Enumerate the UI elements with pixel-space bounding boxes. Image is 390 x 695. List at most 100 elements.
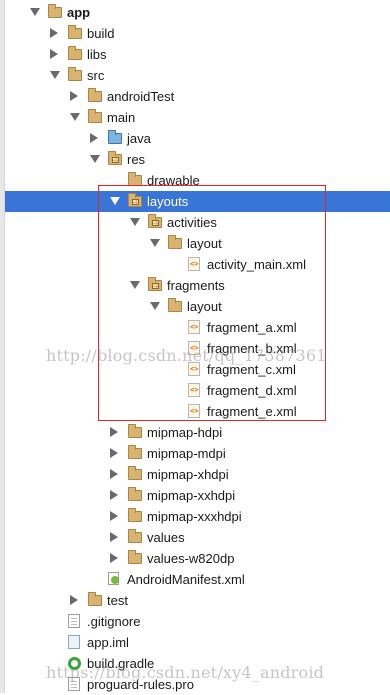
- folder-icon: [128, 445, 142, 459]
- tree-item-mipmap-xhdpi[interactable]: mipmap-xhdpi: [0, 464, 390, 485]
- tree-item-app-iml[interactable]: app.iml: [0, 632, 390, 653]
- tree-item-fragment-b-xml[interactable]: <> fragment_b.xml: [0, 338, 390, 359]
- tree-item-label: libs: [87, 47, 107, 62]
- resource-folder-icon: [128, 193, 142, 207]
- tree-item-label: mipmap-hdpi: [147, 425, 223, 440]
- tree-item-label: mipmap-xxhdpi: [147, 488, 236, 503]
- tree-item-gitignore[interactable]: .gitignore: [0, 611, 390, 632]
- expand-arrow-right-icon[interactable]: [90, 133, 98, 143]
- tree-item-label: fragment_a.xml: [207, 320, 297, 335]
- tree-item-build-gradle[interactable]: build.gradle: [0, 653, 390, 674]
- folder-icon: [128, 550, 142, 564]
- folder-icon: [128, 487, 142, 501]
- expand-arrow-down-icon[interactable]: [50, 71, 60, 79]
- tree-item-src[interactable]: src: [0, 65, 390, 86]
- tree-item-fragment-d-xml[interactable]: <> fragment_d.xml: [0, 380, 390, 401]
- expand-arrow-right-icon[interactable]: [110, 427, 118, 437]
- tree-item-main[interactable]: main: [0, 107, 390, 128]
- tree-item-label: mipmap-xhdpi: [147, 467, 229, 482]
- iml-file-icon: [68, 635, 80, 649]
- resource-folder-icon: [148, 277, 162, 291]
- tree-item-fragment-c-xml[interactable]: <> fragment_c.xml: [0, 359, 390, 380]
- expand-arrow-right-icon[interactable]: [110, 490, 118, 500]
- tree-item-label: values: [147, 530, 185, 545]
- folder-icon: [88, 592, 102, 606]
- expand-arrow-right-icon[interactable]: [110, 469, 118, 479]
- tree-item-build[interactable]: build: [0, 23, 390, 44]
- folder-icon: [68, 67, 82, 81]
- expand-arrow-down-icon[interactable]: [130, 218, 140, 226]
- tree-item-mipmap-hdpi[interactable]: mipmap-hdpi: [0, 422, 390, 443]
- tree-item-fragments[interactable]: fragments: [0, 275, 390, 296]
- tree-item-label: build: [87, 26, 115, 41]
- tree-item-proguard-rules-pro[interactable]: proguard-rules.pro: [0, 674, 390, 695]
- expand-arrow-right-icon[interactable]: [50, 28, 58, 38]
- expand-arrow-right-icon[interactable]: [70, 595, 78, 605]
- tree-item-drawable[interactable]: drawable: [0, 170, 390, 191]
- tree-item-libs[interactable]: libs: [0, 44, 390, 65]
- tree-item-app[interactable]: app: [0, 2, 390, 23]
- tree-item-label: .gitignore: [87, 614, 141, 629]
- folder-icon: [128, 529, 142, 543]
- tree-item-layout[interactable]: layout: [0, 233, 390, 254]
- manifest-file-icon: [108, 572, 121, 586]
- tree-item-mipmap-mdpi[interactable]: mipmap-mdpi: [0, 443, 390, 464]
- tree-item-label: main: [107, 110, 136, 125]
- folder-icon: [88, 88, 102, 102]
- tree-item-label: proguard-rules.pro: [87, 677, 194, 692]
- tree-item-test[interactable]: test: [0, 590, 390, 611]
- tree-item-androidtest[interactable]: androidTest: [0, 86, 390, 107]
- folder-icon: [128, 172, 142, 186]
- expand-arrow-down-icon[interactable]: [70, 113, 80, 121]
- tree-item-label: layout: [187, 236, 222, 251]
- tree-item-label: app.iml: [87, 635, 129, 650]
- expand-arrow-down-icon[interactable]: [90, 155, 100, 163]
- tree-item-label: fragment_b.xml: [207, 341, 297, 356]
- expand-arrow-right-icon[interactable]: [110, 532, 118, 542]
- expand-arrow-down-icon[interactable]: [30, 8, 40, 16]
- folder-icon: [48, 4, 62, 18]
- expand-arrow-right-icon[interactable]: [110, 511, 118, 521]
- expand-arrow-down-icon[interactable]: [130, 281, 140, 289]
- xml-file-icon: <>: [188, 404, 200, 418]
- tree-item-androidmanifest-xml[interactable]: AndroidManifest.xml: [0, 569, 390, 590]
- xml-file-icon: <>: [188, 320, 200, 334]
- expand-arrow-right-icon[interactable]: [110, 553, 118, 563]
- tree-item-fragment-a-xml[interactable]: <> fragment_a.xml: [0, 317, 390, 338]
- tree-item-label: mipmap-mdpi: [147, 446, 226, 461]
- tree-item-fragment-e-xml[interactable]: <> fragment_e.xml: [0, 401, 390, 422]
- expand-arrow-right-icon[interactable]: [70, 91, 78, 101]
- expand-arrow-down-icon[interactable]: [150, 239, 160, 247]
- xml-file-icon: <>: [188, 341, 200, 355]
- gradle-file-icon: [68, 657, 81, 670]
- tree-item-label: fragment_c.xml: [207, 362, 296, 377]
- xml-file-icon: <>: [188, 257, 200, 271]
- expand-arrow-right-icon[interactable]: [50, 49, 58, 59]
- expand-arrow-right-icon[interactable]: [110, 448, 118, 458]
- tree-item-activities[interactable]: activities: [0, 212, 390, 233]
- folder-icon: [88, 109, 102, 123]
- tree-item-layouts[interactable]: layouts: [0, 191, 390, 212]
- tree-item-label: fragment_d.xml: [207, 383, 297, 398]
- tree-item-values-w820dp[interactable]: values-w820dp: [0, 548, 390, 569]
- tree-item-label: values-w820dp: [147, 551, 235, 566]
- tree-item-mipmap-xxxhdpi[interactable]: mipmap-xxxhdpi: [0, 506, 390, 527]
- folder-icon: [168, 298, 182, 312]
- resource-folder-icon: [108, 151, 122, 165]
- tree-item-layout[interactable]: layout: [0, 296, 390, 317]
- tree-item-label: layouts: [147, 194, 189, 209]
- tree-item-activity-main-xml[interactable]: <> activity_main.xml: [0, 254, 390, 275]
- tree-item-mipmap-xxhdpi[interactable]: mipmap-xxhdpi: [0, 485, 390, 506]
- expand-arrow-down-icon[interactable]: [150, 302, 160, 310]
- tree-item-label: androidTest: [107, 89, 175, 104]
- expand-arrow-down-icon[interactable]: [110, 197, 120, 205]
- text-file-icon: [68, 677, 80, 691]
- tree-item-label: fragment_e.xml: [207, 404, 297, 419]
- tree-item-java[interactable]: java: [0, 128, 390, 149]
- folder-icon: [128, 424, 142, 438]
- tree-item-values[interactable]: values: [0, 527, 390, 548]
- tree-item-label: drawable: [147, 173, 200, 188]
- xml-file-icon: <>: [188, 362, 200, 376]
- tree-item-res[interactable]: res: [0, 149, 390, 170]
- folder-icon: [128, 508, 142, 522]
